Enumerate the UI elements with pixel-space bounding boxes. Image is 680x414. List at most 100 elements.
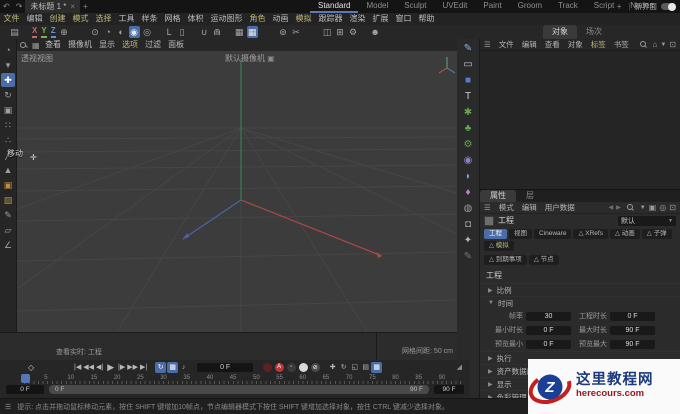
menu-编辑[interactable]: 编辑 bbox=[23, 13, 46, 25]
play-button[interactable]: ▶ bbox=[105, 362, 116, 373]
viewport-menu-查看[interactable]: 查看 bbox=[42, 39, 65, 51]
record-button[interactable] bbox=[262, 362, 272, 372]
simulate-toggle-button[interactable]: ◐ bbox=[116, 26, 127, 38]
spline-primitive-button[interactable]: ▭ bbox=[460, 57, 477, 73]
attributes-menu-用户数据[interactable]: 用户数据 bbox=[541, 202, 579, 213]
enable-axis-button[interactable]: ✎ bbox=[1, 208, 15, 222]
object-manager-menu-对象[interactable]: 对象 bbox=[564, 39, 587, 50]
selection-sub-button[interactable]: ▾ bbox=[1, 58, 15, 72]
record-rotation-button[interactable]: ↻ bbox=[338, 362, 349, 373]
animation-mode-button[interactable]: ◔ bbox=[103, 26, 114, 38]
layout-tab-groom[interactable]: Groom bbox=[510, 0, 550, 13]
attributes-menu-模式[interactable]: 模式 bbox=[495, 202, 518, 213]
sound-button[interactable]: ♪ bbox=[178, 362, 189, 373]
object-manager-menu-书签[interactable]: 书签 bbox=[610, 39, 633, 50]
preset-dropdown[interactable]: 默认 ▼ bbox=[618, 215, 676, 226]
move-button[interactable]: ✚ bbox=[1, 73, 15, 87]
record-objects-button[interactable] bbox=[298, 362, 308, 372]
search-icon[interactable] bbox=[639, 41, 647, 48]
settings-chip-节点[interactable]: △ 节点 bbox=[528, 255, 559, 265]
object-manager-menu-文件[interactable]: 文件 bbox=[495, 39, 518, 50]
nav-forward-icon[interactable]: ▶ bbox=[616, 204, 621, 211]
object-mode-button[interactable]: ⊙ bbox=[90, 26, 101, 38]
chevron-right-icon[interactable]: ▶ bbox=[488, 287, 493, 294]
section-时间[interactable]: ▼ 时间 bbox=[480, 296, 680, 309]
camera-button[interactable]: ◘ bbox=[460, 217, 477, 233]
scissors-button[interactable]: ✂ bbox=[291, 26, 302, 38]
menu-样条[interactable]: 样条 bbox=[138, 13, 161, 25]
layout-tab-track[interactable]: Track bbox=[550, 0, 586, 13]
camera-icon[interactable]: ▣ bbox=[267, 54, 275, 63]
hamburger-icon[interactable]: ☰ bbox=[5, 403, 11, 411]
character-button[interactable]: ☻ bbox=[370, 26, 381, 38]
plane-button[interactable]: ▯ bbox=[177, 26, 188, 38]
model-mode-button[interactable]: ▣ bbox=[1, 178, 15, 192]
settings-chip-到期事项[interactable]: △ 到期事项 bbox=[484, 255, 527, 265]
target-button[interactable]: ⊚ bbox=[278, 26, 289, 38]
cube-primitive-button[interactable]: ■ bbox=[460, 73, 477, 89]
add-layout-button[interactable]: + bbox=[614, 2, 625, 11]
viewport-menu-面板[interactable]: 面板 bbox=[165, 39, 188, 51]
layout-tab-paint[interactable]: Paint bbox=[475, 0, 509, 13]
section-比例[interactable]: ▶ 比例 bbox=[480, 283, 680, 296]
keyframe-icon[interactable]: ◇ bbox=[28, 363, 34, 372]
autokey-button[interactable]: A bbox=[274, 362, 284, 372]
view-label[interactable]: 透视视图 bbox=[21, 53, 53, 64]
pin-icon[interactable]: ◎ bbox=[659, 203, 666, 212]
popout-icon[interactable]: ⊡ bbox=[669, 203, 676, 212]
current-frame-field[interactable]: 0 F bbox=[197, 362, 254, 372]
menu-模式[interactable]: 模式 bbox=[69, 13, 92, 25]
range-start-field[interactable]: 0 F bbox=[6, 385, 44, 394]
recent-tool-button[interactable]: ∷ bbox=[1, 118, 15, 132]
mode-sphere-button[interactable]: ◉ bbox=[128, 26, 140, 38]
menu-模拟[interactable]: 模拟 bbox=[292, 13, 315, 25]
camera-label[interactable]: 默认摄像机 ▣ bbox=[225, 53, 275, 64]
document-tab[interactable]: 未标题 1 * × bbox=[25, 0, 81, 13]
coord-system-button[interactable]: ⊕ bbox=[59, 26, 70, 38]
chevron-right-icon[interactable]: ▶ bbox=[488, 368, 493, 375]
polygon-mode-button[interactable]: ▲ bbox=[1, 163, 15, 177]
chevron-right-icon[interactable]: ▶ bbox=[488, 355, 493, 362]
viewport-menu-选项[interactable]: 选项 bbox=[119, 39, 142, 51]
axis-y-button[interactable]: Y bbox=[41, 26, 47, 38]
light-button[interactable]: ✦ bbox=[460, 233, 477, 249]
filter-icon[interactable]: ▼ bbox=[660, 42, 666, 48]
hamburger-icon[interactable]: ☰ bbox=[480, 40, 495, 49]
chevron-right-icon[interactable]: ▶ bbox=[488, 381, 493, 388]
menu-帮助[interactable]: 帮助 bbox=[415, 13, 438, 25]
layout-tab-model[interactable]: Model bbox=[358, 0, 396, 13]
search-icon[interactable] bbox=[20, 41, 27, 49]
pla-button[interactable]: ▦ bbox=[371, 361, 383, 373]
quantize-button[interactable]: ▦ bbox=[234, 26, 245, 38]
timeline-ruler[interactable]: 5 10 15 20 25 30 35 40 45 50 55 60 65 70 75 80 85 90 bbox=[0, 374, 470, 384]
pen-tool-button[interactable]: ✎ bbox=[460, 41, 477, 57]
axis-z-button[interactable]: Z bbox=[50, 26, 56, 38]
menu-动画[interactable]: 动画 bbox=[269, 13, 292, 25]
point-mode-button[interactable]: ∴ bbox=[1, 133, 15, 147]
attributes-tab-属性[interactable]: 属性 bbox=[480, 190, 516, 202]
menu-工具[interactable]: 工具 bbox=[115, 13, 138, 25]
cloner-button[interactable]: ♣ bbox=[460, 121, 477, 137]
workplane-lock-button[interactable]: L bbox=[164, 26, 175, 38]
snap-settings-button[interactable]: ∠ bbox=[1, 238, 15, 252]
settings-chip-Cineware[interactable]: Cineware bbox=[534, 229, 572, 239]
lock-icon[interactable]: ▣ bbox=[649, 203, 657, 212]
menu-扩展[interactable]: 扩展 bbox=[369, 13, 392, 25]
layout-tab-uvedit[interactable]: UVEdit bbox=[435, 0, 476, 13]
playhead[interactable] bbox=[21, 374, 30, 383]
menu-运动图形[interactable]: 运动图形 bbox=[207, 13, 246, 25]
search-icon[interactable] bbox=[626, 204, 634, 211]
object-manager-menu-编辑[interactable]: 编辑 bbox=[518, 39, 541, 50]
object-manager-tab-对象[interactable]: 对象 bbox=[543, 25, 577, 39]
next-frame-button[interactable]: |▶ bbox=[116, 362, 127, 373]
render-picture-viewer-button[interactable]: ⊞ bbox=[335, 26, 346, 38]
goto-end-button[interactable]: ▶| bbox=[138, 362, 149, 373]
play-mode-button[interactable]: ↻ bbox=[155, 361, 167, 373]
object-manager-tab-场次[interactable]: 场次 bbox=[577, 25, 611, 39]
field-input-最大时长[interactable]: 90 F bbox=[610, 325, 655, 335]
field-input-预览最大[interactable]: 90 F bbox=[610, 339, 655, 349]
settings-chip-模拟[interactable]: △ 模拟 bbox=[484, 241, 514, 251]
viewport-layout-icon[interactable]: ▦ bbox=[30, 41, 42, 50]
magnet-snap-button[interactable]: ∪ bbox=[199, 26, 210, 38]
keyframe-selection-button[interactable]: ◦ bbox=[286, 362, 296, 372]
